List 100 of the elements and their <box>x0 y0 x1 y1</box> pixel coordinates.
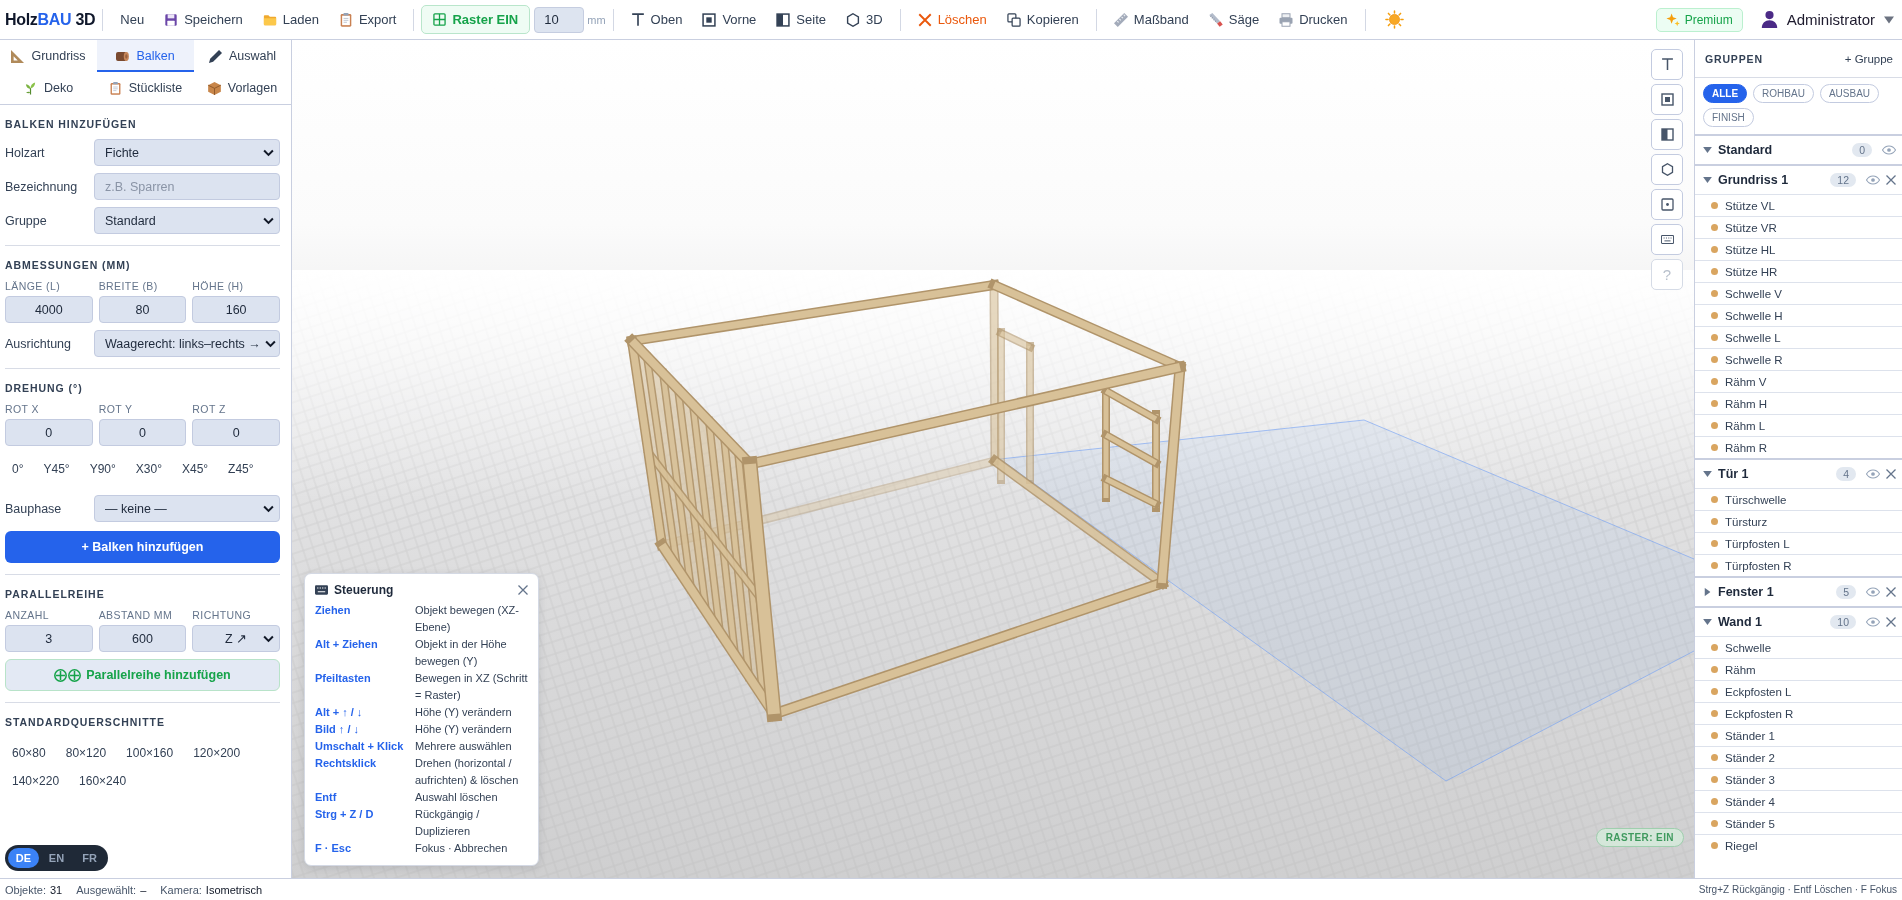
group-item[interactable]: Schwelle V <box>1695 282 1902 304</box>
grid-size-field[interactable]: 10 <box>534 6 585 33</box>
group-item[interactable]: Schwelle <box>1695 636 1902 658</box>
group-item[interactable]: Türpfosten L <box>1695 532 1902 554</box>
group-item[interactable]: Türsturz <box>1695 510 1902 532</box>
close-icon[interactable] <box>518 585 528 595</box>
group-item[interactable]: Schwelle L <box>1695 326 1902 348</box>
new-button[interactable]: Neu <box>110 7 155 32</box>
group-name[interactable]: Standard <box>1718 143 1773 157</box>
preset-option[interactable]: Z45° <box>218 455 264 483</box>
input-field[interactable]: 3 <box>5 625 93 652</box>
filter-chip[interactable]: ROHBAU <box>1753 84 1814 103</box>
top-view-button[interactable]: Oben <box>620 7 693 32</box>
front-view-button[interactable] <box>1651 84 1683 115</box>
preset-option[interactable]: X30° <box>125 455 172 483</box>
group-item[interactable]: Ständer 3 <box>1695 768 1902 790</box>
copy-button[interactable]: Kopieren <box>996 7 1089 32</box>
dropdown[interactable]: Fichte <box>94 139 280 166</box>
3d-view-button[interactable] <box>1651 154 1683 185</box>
group-item[interactable]: Rähm V <box>1695 370 1902 392</box>
group-item[interactable]: Rähm L <box>1695 414 1902 436</box>
group-item[interactable]: Ständer 1 <box>1695 724 1902 746</box>
front-view-button[interactable]: Vorne <box>692 7 767 32</box>
caret-icon[interactable] <box>1703 177 1712 183</box>
input-field[interactable]: z.B. Sparren <box>94 173 280 200</box>
group-item[interactable]: Stütze VR <box>1695 216 1902 238</box>
filter-chip[interactable]: FINISH <box>1703 108 1754 127</box>
input-field[interactable]: 160 <box>192 296 280 323</box>
focus-button[interactable] <box>1651 189 1683 220</box>
dropdown[interactable]: Standard <box>94 207 280 234</box>
preset-option[interactable]: 0° <box>2 455 34 483</box>
input-field[interactable]: 80 <box>98 296 187 323</box>
preset-option[interactable]: 80×120 <box>55 739 117 767</box>
language-option[interactable]: FR <box>74 848 105 868</box>
caret-icon[interactable] <box>1703 619 1712 625</box>
user-menu[interactable]: Administrator <box>1758 7 1896 32</box>
group-item[interactable]: Ständer 2 <box>1695 746 1902 768</box>
language-option[interactable]: DE <box>8 848 39 868</box>
group-item[interactable]: Rähm <box>1695 658 1902 680</box>
input-field[interactable]: 600 <box>98 625 187 652</box>
save-button[interactable]: Speichern <box>154 7 253 32</box>
language-option[interactable]: EN <box>41 848 72 868</box>
group-item[interactable]: Türschwelle <box>1695 488 1902 510</box>
preset-option[interactable]: 140×220 <box>2 767 70 795</box>
export-button[interactable]: Export <box>328 7 407 32</box>
add-beam-button[interactable]: + Balken hinzufügen <box>5 531 280 563</box>
filter-chip[interactable]: AUSBAU <box>1819 84 1880 103</box>
add-group-button[interactable]: + Gruppe <box>1844 52 1893 65</box>
group-item[interactable]: Rähm R <box>1695 436 1902 458</box>
measure-button[interactable]: Maßband <box>1103 7 1199 32</box>
side-view-button[interactable] <box>1651 119 1683 150</box>
eye-icon[interactable] <box>1866 175 1880 185</box>
group-item[interactable]: Riegel <box>1695 834 1902 856</box>
preset-option[interactable]: X45° <box>171 455 219 483</box>
saw-button[interactable]: Säge <box>1198 7 1270 32</box>
eye-icon[interactable] <box>1882 145 1896 155</box>
group-name[interactable]: Wand 1 <box>1718 615 1762 629</box>
group-item[interactable]: Schwelle R <box>1695 348 1902 370</box>
print-button[interactable]: Drucken <box>1269 7 1358 32</box>
group-item[interactable]: Ständer 5 <box>1695 812 1902 834</box>
close-icon[interactable] <box>1886 587 1896 597</box>
close-icon[interactable] <box>1886 175 1896 185</box>
group-name[interactable]: Grundriss 1 <box>1718 173 1789 187</box>
input-field[interactable]: 4000 <box>5 296 93 323</box>
tab[interactable]: Grundriss <box>0 40 97 72</box>
caret-icon[interactable] <box>1703 147 1712 153</box>
tab[interactable]: Vorlagen <box>194 72 291 104</box>
filter-chip[interactable]: ALLE <box>1703 84 1748 103</box>
group-item[interactable]: Stütze VL <box>1695 194 1902 216</box>
group-item[interactable]: Stütze HL <box>1695 238 1902 260</box>
close-icon[interactable] <box>1886 469 1896 479</box>
caret-icon[interactable] <box>1704 587 1711 597</box>
group-item[interactable]: Eckpfosten R <box>1695 702 1902 724</box>
group-item[interactable]: Türpfosten R <box>1695 554 1902 576</box>
group-item[interactable]: Eckpfosten L <box>1695 680 1902 702</box>
preset-option[interactable]: Y90° <box>79 455 126 483</box>
dropdown[interactable]: — keine — <box>94 495 280 522</box>
group-item[interactable]: Rähm H <box>1695 392 1902 414</box>
tab[interactable]: Balken <box>97 40 194 72</box>
dropdown[interactable]: Z ↗ <box>192 625 280 652</box>
group-name[interactable]: Fenster 1 <box>1718 585 1774 599</box>
eye-icon[interactable] <box>1866 617 1880 627</box>
top-view-button[interactable] <box>1651 49 1683 80</box>
load-button[interactable]: Laden <box>252 7 329 32</box>
group-name[interactable]: Tür 1 <box>1718 467 1749 481</box>
group-item[interactable]: Stütze HR <box>1695 260 1902 282</box>
preset-option[interactable]: 100×160 <box>116 739 184 767</box>
preset-option[interactable]: 120×200 <box>183 739 251 767</box>
group-item[interactable]: Schwelle H <box>1695 304 1902 326</box>
input-field[interactable]: 0 <box>98 419 187 446</box>
input-field[interactable]: 0 <box>192 419 280 446</box>
side-view-button[interactable]: Seite <box>766 7 836 32</box>
tab[interactable]: Stückliste <box>97 72 194 104</box>
controls-button[interactable] <box>1651 224 1683 255</box>
tab[interactable]: Auswahl <box>194 40 291 72</box>
group-item[interactable]: Ständer 4 <box>1695 790 1902 812</box>
tab[interactable]: Deko <box>0 72 97 104</box>
eye-icon[interactable] <box>1866 469 1880 479</box>
preset-option[interactable]: Y45° <box>33 455 80 483</box>
preset-option[interactable]: 160×240 <box>69 767 137 795</box>
